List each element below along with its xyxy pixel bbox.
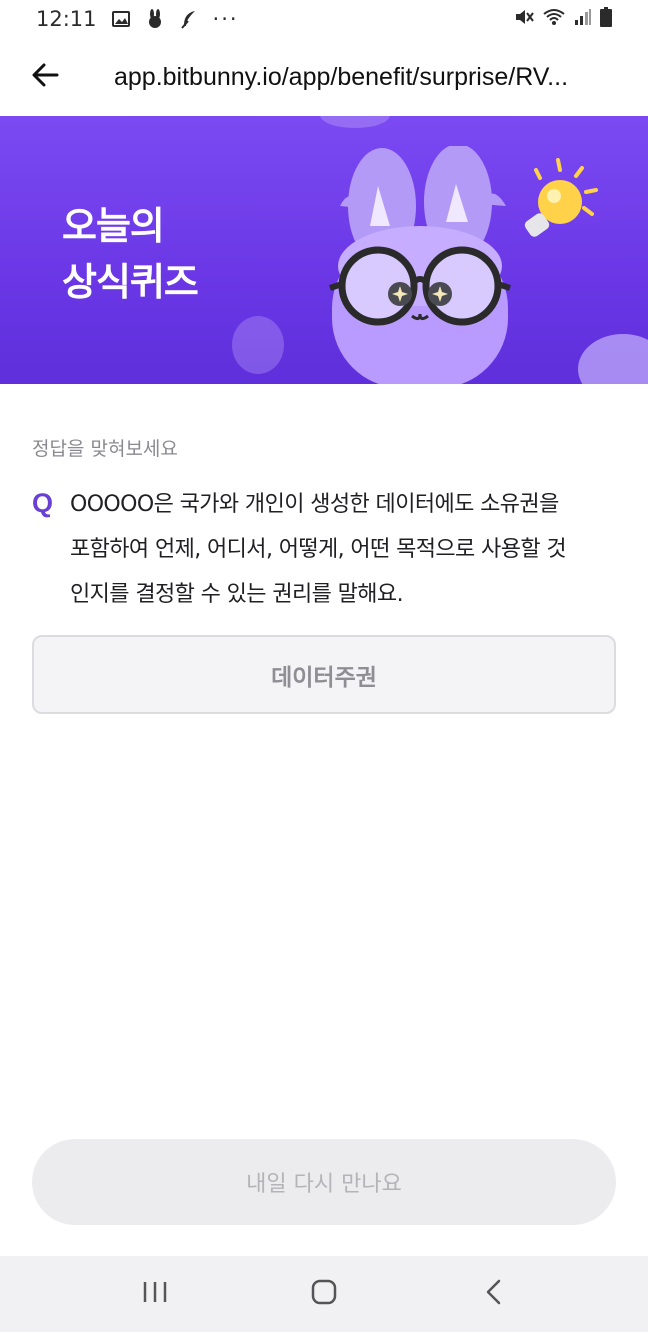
- status-bar: 12:11 ···: [0, 0, 648, 38]
- question-text-line: 포함하여 언제, 어디서, 어떻게, 어떤 목적으로 사용할 것: [70, 537, 567, 562]
- banner-title: 오늘의 상식퀴즈: [62, 198, 199, 310]
- recent-apps-icon: [142, 1280, 168, 1308]
- mute-icon: [514, 7, 534, 31]
- system-nav-bar: [0, 1256, 648, 1332]
- back-icon: [484, 1278, 502, 1310]
- bunny-mascot-illustration: [329, 146, 511, 384]
- coin-decoration: [320, 116, 390, 128]
- signal-icon: [574, 7, 592, 31]
- banner-title-line2: 상식퀴즈: [62, 260, 199, 304]
- recent-apps-button[interactable]: [115, 1264, 195, 1324]
- status-time: 12:11: [36, 7, 97, 31]
- lightbulb-icon: [524, 158, 598, 237]
- arrow-left-icon: [31, 63, 59, 91]
- question-text-line: 인지를 결정할 수 있는 권리를 말해요.: [70, 582, 404, 607]
- back-button[interactable]: [0, 38, 90, 116]
- quiz-instruction-label: 정답을 맞혀보세요: [32, 438, 178, 460]
- question-block: Q OOOOO은 국가와 개인이 생성한 데이터에도 소유권을 포함하여 언제,…: [32, 482, 622, 617]
- nav-back-button[interactable]: [453, 1264, 533, 1324]
- wifi-icon: [542, 7, 566, 31]
- feather-icon: [179, 9, 199, 29]
- more-notifications-icon: ···: [212, 7, 239, 31]
- banner-title-line1: 오늘의: [62, 204, 165, 248]
- coin-decoration: [578, 334, 648, 384]
- home-button[interactable]: [284, 1264, 364, 1324]
- question-text: OOOOO은 국가와 개인이 생성한 데이터에도 소유권을 포함하여 언제, 어…: [70, 482, 567, 617]
- see-you-tomorrow-button[interactable]: 내일 다시 만나요: [32, 1139, 616, 1225]
- coin-decoration: [232, 316, 284, 374]
- quiz-banner: 오늘의 상식퀴즈: [0, 116, 648, 384]
- question-text-line: OOOOO은 국가와 개인이 생성한 데이터에도 소유권을: [70, 492, 559, 517]
- home-icon: [310, 1278, 338, 1310]
- image-icon: [111, 9, 131, 29]
- question-mark: Q: [32, 488, 54, 518]
- url-text[interactable]: app.bitbunny.io/app/benefit/surprise/RV.…: [114, 63, 634, 92]
- answer-box[interactable]: 데이터주권: [32, 635, 616, 714]
- battery-icon: [600, 6, 612, 32]
- bunny-icon: [145, 9, 165, 29]
- browser-url-bar: app.bitbunny.io/app/benefit/surprise/RV.…: [0, 38, 648, 116]
